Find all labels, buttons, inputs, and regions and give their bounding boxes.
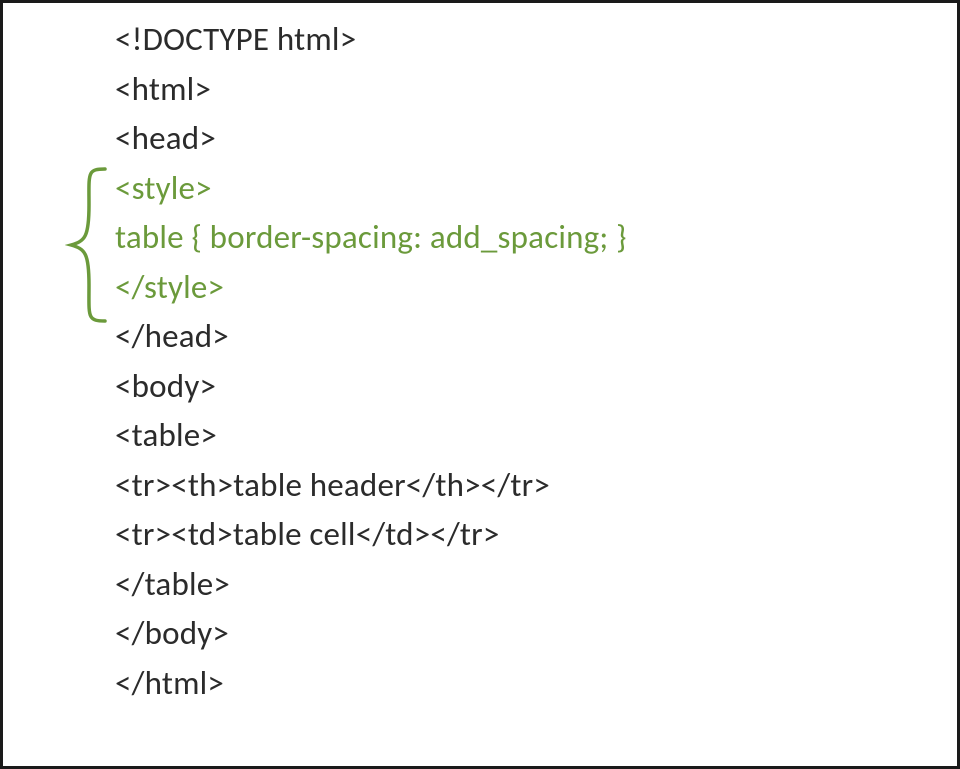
- code-line: <table>: [115, 411, 957, 461]
- code-block: <!DOCTYPE html> <html> <head> <style> ta…: [115, 15, 957, 708]
- code-line: <html>: [115, 65, 957, 115]
- code-line: </table>: [115, 560, 957, 610]
- code-line: </head>: [115, 312, 957, 362]
- code-line: <tr><td>table cell</td></tr>: [115, 510, 957, 560]
- code-line: <tr><th>table header</th></tr>: [115, 461, 957, 511]
- code-line-highlight: table { border-spacing: add_spacing; }: [115, 213, 957, 263]
- code-line-highlight: </style>: [115, 263, 957, 313]
- code-line: <head>: [115, 114, 957, 164]
- code-frame: <!DOCTYPE html> <html> <head> <style> ta…: [0, 0, 960, 769]
- code-line: </body>: [115, 609, 957, 659]
- curly-bracket-icon: [65, 165, 109, 325]
- code-line: </html>: [115, 659, 957, 709]
- code-line: <body>: [115, 362, 957, 412]
- code-line: <!DOCTYPE html>: [115, 15, 957, 65]
- code-line-highlight: <style>: [115, 164, 957, 214]
